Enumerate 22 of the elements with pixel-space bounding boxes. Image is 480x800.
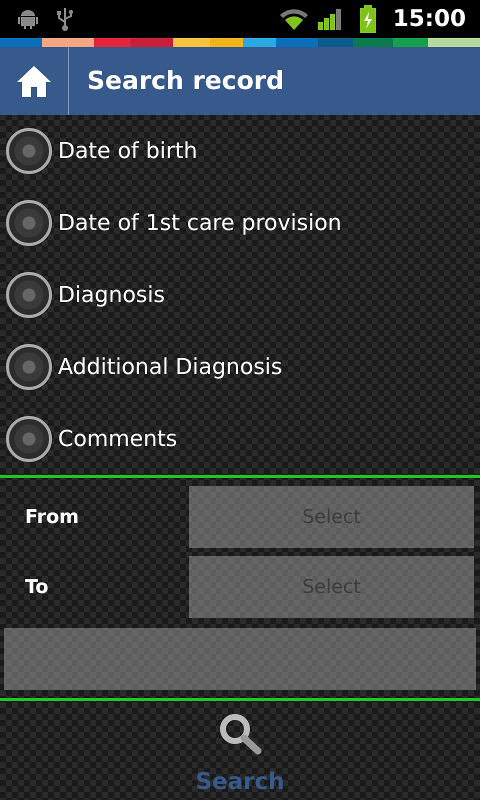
android-icon (16, 8, 40, 30)
wifi-icon (278, 7, 309, 31)
option-label: Additional Diagnosis (58, 354, 282, 382)
radio-button[interactable] (6, 272, 52, 318)
field-label: From (24, 504, 80, 530)
screen-title: Search record (86, 65, 284, 98)
home-icon (16, 65, 52, 97)
input-field[interactable] (4, 628, 476, 690)
radio-button[interactable] (6, 344, 52, 390)
battery-charging-icon (358, 5, 377, 33)
option-label: Diagnosis (58, 282, 165, 310)
clock-time: 15:00 (392, 4, 466, 34)
usb-icon (56, 6, 74, 32)
field-label: To (24, 574, 50, 600)
signal-icon (316, 8, 343, 30)
radio-button[interactable] (6, 128, 52, 174)
option-label: Date of birth (58, 138, 198, 166)
search-button[interactable]: Search (195, 701, 285, 794)
radio-button[interactable] (6, 200, 52, 246)
option-label: Comments (58, 426, 178, 454)
radio-button[interactable] (6, 416, 52, 462)
option-label: Date of 1st care provision (58, 210, 342, 238)
